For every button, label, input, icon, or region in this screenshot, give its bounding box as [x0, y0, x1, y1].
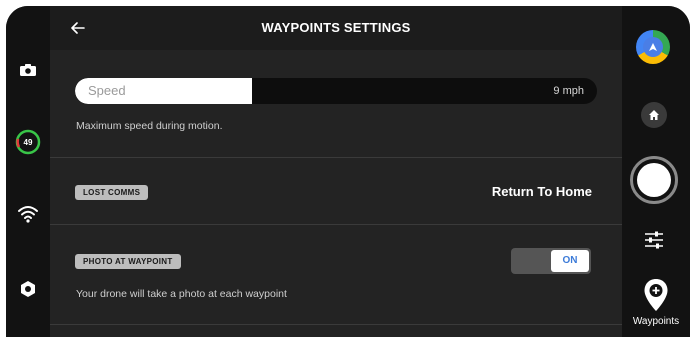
home-icon: [649, 110, 659, 120]
lost-comms-value[interactable]: Return To Home: [492, 184, 592, 199]
divider: [50, 224, 622, 225]
toggle-on-label: ON: [551, 250, 589, 272]
speed-slider[interactable]: Speed 9 mph: [75, 78, 597, 104]
avatar[interactable]: [636, 30, 670, 64]
waypoint-pin-icon: [644, 279, 668, 311]
divider: [50, 324, 622, 325]
lost-comms-tag: LOST COMMS: [75, 185, 149, 200]
speed-value: 9 mph: [553, 85, 584, 97]
photo-at-waypoint-description: Your drone will take a photo at each way…: [76, 288, 287, 300]
capture-button-inner: [637, 163, 671, 197]
home-button[interactable]: [641, 102, 667, 128]
capture-button[interactable]: [630, 156, 678, 204]
speed-description: Maximum speed during motion.: [76, 120, 223, 132]
speed-label: Speed: [88, 83, 126, 98]
battery-gauge[interactable]: 49: [15, 129, 41, 155]
profile-icon: [643, 37, 663, 57]
adjustments-sliders-icon[interactable]: [642, 228, 666, 252]
left-rail: 49: [6, 6, 50, 337]
waypoints-label: Waypoints: [632, 316, 680, 327]
device-screen: 49 WAYPOINTS SETTINGS Speed 9 mph Maximu…: [6, 6, 690, 337]
camera-icon[interactable]: [16, 58, 40, 82]
settings-gear-icon[interactable]: [16, 277, 40, 301]
right-rail: Waypoints: [622, 6, 690, 337]
photo-at-waypoint-tag: PHOTO AT WAYPOINT: [75, 254, 181, 269]
divider: [50, 157, 622, 158]
waypoints-button[interactable]: Waypoints: [622, 276, 690, 332]
page-title: WAYPOINTS SETTINGS: [261, 20, 411, 35]
wifi-icon[interactable]: [16, 202, 40, 226]
settings-panel: WAYPOINTS SETTINGS Speed 9 mph Maximum s…: [50, 6, 622, 337]
title-bar: WAYPOINTS SETTINGS: [50, 6, 622, 50]
battery-level: 49: [23, 137, 33, 147]
photo-at-waypoint-toggle[interactable]: ON: [511, 248, 591, 274]
